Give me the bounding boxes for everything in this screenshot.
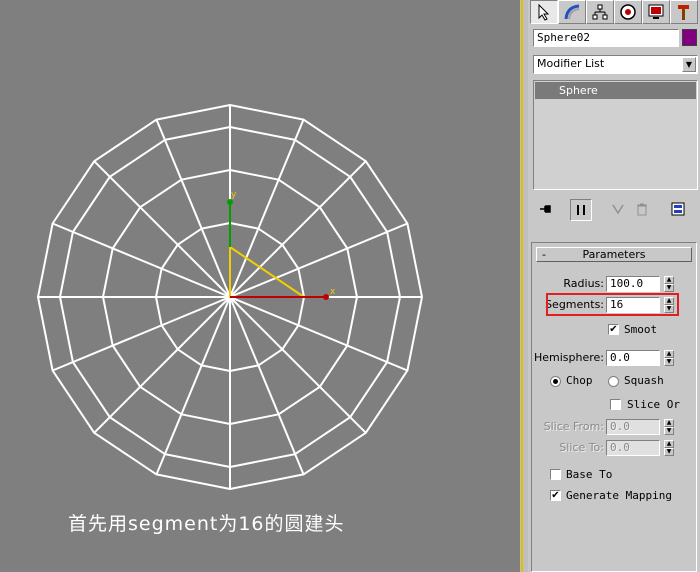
command-panel: Sphere02 Modifier List ▼ Sphere - Parame… bbox=[528, 0, 700, 572]
slice-to-label: Slice To: bbox=[559, 441, 604, 454]
wire-spoke-14 bbox=[229, 160, 367, 298]
base-to-pivot-checkbox[interactable] bbox=[550, 469, 561, 480]
bend-icon bbox=[564, 4, 580, 20]
slice-on-checkbox[interactable] bbox=[610, 399, 621, 410]
remove-modifier-icon[interactable] bbox=[632, 199, 652, 219]
hemisphere-spinner[interactable]: ▲ ▼ bbox=[664, 350, 674, 367]
slice-to-field[interactable]: 0.0 bbox=[606, 440, 660, 456]
display-icon bbox=[648, 4, 664, 19]
make-unique-icon[interactable] bbox=[608, 199, 628, 219]
segments-highlight bbox=[546, 293, 679, 316]
parameters-rollout-header[interactable]: - Parameters bbox=[536, 247, 692, 262]
smooth-label: Smoot bbox=[624, 323, 658, 336]
hierarchy-icon bbox=[592, 4, 608, 20]
configure-modifier-sets-icon[interactable] bbox=[668, 199, 688, 219]
radius-spinner[interactable]: ▲ ▼ bbox=[664, 276, 674, 293]
smooth-checkbox[interactable]: ✔ bbox=[608, 324, 619, 335]
radius-field[interactable]: 100.0 bbox=[606, 276, 660, 292]
modifier-list-label: Modifier List bbox=[537, 57, 605, 70]
viewport[interactable]: xy 首先用segment为16的圆建头 bbox=[0, 0, 520, 572]
parameters-title: Parameters bbox=[582, 248, 646, 261]
slice-from-label: Slice From: bbox=[543, 420, 604, 433]
create-tab[interactable] bbox=[530, 0, 558, 24]
sphere-wireframe: xy bbox=[37, 104, 423, 490]
slice-from-spinner[interactable]: ▲ ▼ bbox=[664, 419, 674, 436]
active-viewport-border bbox=[521, 0, 523, 572]
caption-text: 首先用segment为16的圆建头 bbox=[68, 513, 345, 535]
wire-spoke-10 bbox=[93, 160, 231, 298]
object-name-field[interactable]: Sphere02 bbox=[533, 29, 679, 47]
squash-label: Squash bbox=[624, 374, 664, 387]
slice-to-spinner[interactable]: ▲ ▼ bbox=[664, 440, 674, 457]
chevron-down-icon[interactable]: ▼ bbox=[682, 57, 696, 72]
hemisphere-field[interactable]: 0.0 bbox=[606, 350, 660, 366]
slice-on-label: Slice Or bbox=[627, 398, 680, 411]
generate-mapping-label: Generate Mapping bbox=[566, 489, 672, 502]
object-color-swatch[interactable] bbox=[682, 29, 697, 46]
hemisphere-label: Hemisphere: bbox=[533, 351, 604, 364]
modifier-stack[interactable]: Sphere bbox=[533, 80, 698, 190]
wire-spoke-2 bbox=[229, 296, 367, 434]
hierarchy-tab[interactable] bbox=[586, 0, 614, 24]
stack-toolbar bbox=[528, 197, 700, 221]
stack-item-sphere[interactable]: Sphere bbox=[535, 82, 696, 99]
chop-radio[interactable] bbox=[550, 376, 561, 387]
command-panel-tabs bbox=[528, 0, 700, 24]
modifier-list-dropdown[interactable]: Modifier List ▼ bbox=[533, 55, 698, 74]
slice-from-field[interactable]: 0.0 bbox=[606, 419, 660, 435]
radius-label: Radius: bbox=[563, 277, 604, 290]
squash-radio[interactable] bbox=[608, 376, 619, 387]
x-axis-handle bbox=[323, 294, 329, 300]
base-to-pivot-label: Base To bbox=[566, 468, 613, 481]
x-axis-label: x bbox=[330, 287, 336, 297]
hammer-icon bbox=[678, 5, 689, 20]
cursor-icon bbox=[538, 3, 550, 21]
chop-label: Chop bbox=[566, 374, 593, 387]
modify-tab[interactable] bbox=[558, 0, 586, 24]
pin-stack-icon[interactable] bbox=[536, 199, 556, 219]
y-axis-label: y bbox=[231, 190, 237, 200]
show-end-result-icon[interactable] bbox=[570, 199, 592, 221]
wire-spoke-6 bbox=[93, 296, 231, 434]
viewport-border bbox=[520, 0, 528, 572]
motion-icon bbox=[620, 4, 636, 20]
motion-tab[interactable] bbox=[614, 0, 642, 24]
utilities-tab[interactable] bbox=[670, 0, 698, 24]
generate-mapping-checkbox[interactable]: ✔ bbox=[550, 490, 561, 501]
display-tab[interactable] bbox=[642, 0, 670, 24]
